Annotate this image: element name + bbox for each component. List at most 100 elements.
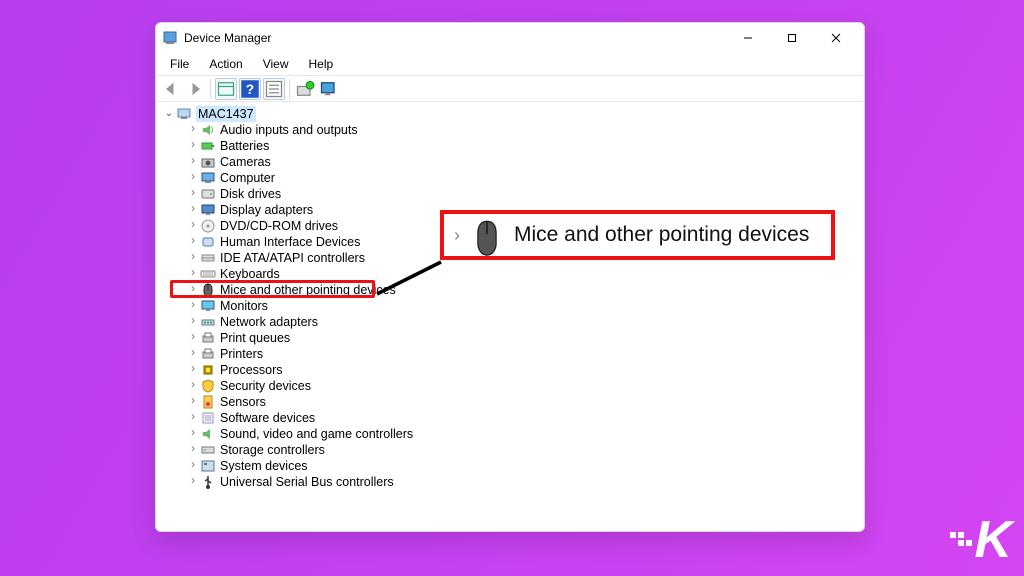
tree-item-label: Cameras (220, 154, 271, 170)
tree-item-label: Human Interface Devices (220, 234, 360, 250)
software-icon (200, 410, 216, 426)
tree-item-label: Sensors (220, 394, 266, 410)
tree-item-label: IDE ATA/ATAPI controllers (220, 250, 365, 266)
toolbar: ? (156, 76, 864, 102)
menu-view[interactable]: View (255, 55, 297, 73)
usb-icon (200, 474, 216, 490)
tree-item[interactable]: Audio inputs and outputs (186, 122, 862, 138)
tree-item[interactable]: Processors (186, 362, 862, 378)
tree-item[interactable]: System devices (186, 458, 862, 474)
callout-text: Mice and other pointing devices (514, 223, 809, 247)
close-button[interactable] (814, 23, 858, 53)
system-icon (200, 458, 216, 474)
tree-item[interactable]: Software devices (186, 410, 862, 426)
tree-item-label: Batteries (220, 138, 269, 154)
minimize-button[interactable] (726, 23, 770, 53)
tree-item-label: Computer (220, 170, 275, 186)
dvd-icon (200, 218, 216, 234)
scan-hardware-button[interactable] (294, 78, 316, 100)
tree-item[interactable]: Mice and other pointing devices (186, 282, 862, 298)
tree-item-label: Keyboards (220, 266, 280, 282)
printer-icon (200, 346, 216, 362)
tree-item-label: Monitors (220, 298, 268, 314)
tree-item-label: Network adapters (220, 314, 318, 330)
tree-item[interactable]: Universal Serial Bus controllers (186, 474, 862, 490)
keyboard-icon (200, 266, 216, 282)
battery-icon (200, 138, 216, 154)
tree-item[interactable]: Printers (186, 346, 862, 362)
tree-item[interactable]: Batteries (186, 138, 862, 154)
tree-item-label: Universal Serial Bus controllers (220, 474, 394, 490)
titlebar: Device Manager (156, 23, 864, 53)
expand-icon[interactable] (162, 106, 176, 122)
computer-icon (176, 106, 192, 122)
nav-forward-button[interactable] (184, 78, 206, 100)
ide-icon (200, 250, 216, 266)
watermark-logo: K (974, 510, 1010, 570)
security-icon (200, 378, 216, 394)
properties-button[interactable] (263, 78, 285, 100)
tree-item-label: Mice and other pointing devices (220, 282, 396, 298)
sound-icon (200, 426, 216, 442)
menu-action[interactable]: Action (201, 55, 250, 73)
tree-item-label: Printers (220, 346, 263, 362)
tree-children: Audio inputs and outputsBatteriesCameras… (158, 122, 862, 490)
tree-item[interactable]: Keyboards (186, 266, 862, 282)
chevron-right-icon[interactable] (186, 473, 200, 491)
mouse-icon (200, 282, 216, 298)
tree-item-label: Sound, video and game controllers (220, 426, 413, 442)
sensor-icon (200, 394, 216, 410)
tree-item-label: Storage controllers (220, 442, 325, 458)
tree-item[interactable]: Cameras (186, 154, 862, 170)
device-tree[interactable]: MAC1437 Audio inputs and outputsBatterie… (156, 102, 864, 531)
tree-item-label: System devices (220, 458, 308, 474)
tree-item[interactable]: Monitors (186, 298, 862, 314)
tree-item[interactable]: Computer (186, 170, 862, 186)
display-icon (200, 202, 216, 218)
chevron-right-icon: › (454, 225, 460, 246)
window-controls (726, 23, 858, 53)
tree-item-label: DVD/CD-ROM drives (220, 218, 338, 234)
svg-text:?: ? (246, 82, 254, 97)
device-manager-window: Device Manager File Action View Help ? M (155, 22, 865, 532)
tree-root[interactable]: MAC1437 (162, 106, 862, 122)
tree-item[interactable]: Security devices (186, 378, 862, 394)
camera-icon (200, 154, 216, 170)
help-button[interactable]: ? (239, 78, 261, 100)
storage-icon (200, 442, 216, 458)
tree-item[interactable]: Sound, video and game controllers (186, 426, 862, 442)
callout-annotation: › Mice and other pointing devices (440, 210, 835, 260)
tree-item[interactable]: Storage controllers (186, 442, 862, 458)
devices-and-printers-button[interactable] (318, 78, 340, 100)
maximize-button[interactable] (770, 23, 814, 53)
menu-file[interactable]: File (162, 55, 197, 73)
audio-icon (200, 122, 216, 138)
show-hide-tree-button[interactable] (215, 78, 237, 100)
connector-line (375, 260, 445, 300)
window-title: Device Manager (184, 31, 726, 45)
computer-icon (200, 170, 216, 186)
tree-item[interactable]: Disk drives (186, 186, 862, 202)
disk-icon (200, 186, 216, 202)
app-icon (162, 30, 178, 46)
tree-item-label: Processors (220, 362, 283, 378)
tree-item-label: Display adapters (220, 202, 313, 218)
menubar: File Action View Help (156, 53, 864, 76)
tree-item-label: Print queues (220, 330, 290, 346)
mouse-icon (474, 220, 500, 250)
hid-icon (200, 234, 216, 250)
menu-help[interactable]: Help (301, 55, 342, 73)
tree-item-label: Security devices (220, 378, 311, 394)
tree-item-label: Audio inputs and outputs (220, 122, 358, 138)
tree-item[interactable]: Network adapters (186, 314, 862, 330)
tree-item[interactable]: Print queues (186, 330, 862, 346)
nav-back-button[interactable] (160, 78, 182, 100)
printq-icon (200, 330, 216, 346)
tree-root-label: MAC1437 (196, 106, 256, 122)
tree-item-label: Software devices (220, 410, 315, 426)
tree-item-label: Disk drives (220, 186, 281, 202)
network-icon (200, 314, 216, 330)
cpu-icon (200, 362, 216, 378)
monitor-icon (200, 298, 216, 314)
tree-item[interactable]: Sensors (186, 394, 862, 410)
